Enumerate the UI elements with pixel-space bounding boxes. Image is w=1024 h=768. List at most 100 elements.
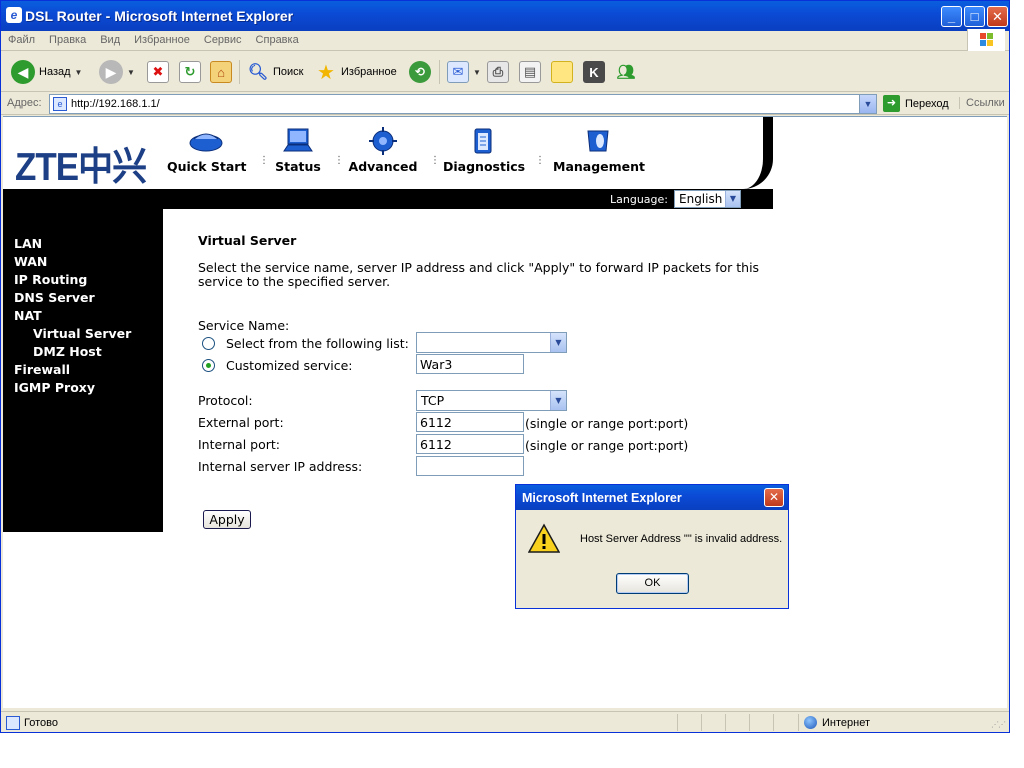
sidebar: LAN WAN IP Routing DNS Server NAT Virtua… [3, 209, 163, 532]
mail-icon: ✉ [447, 61, 469, 83]
page-done-icon [6, 716, 20, 730]
chevron-down-icon[interactable]: ▼ [550, 391, 566, 410]
sidebar-item-nat[interactable]: NAT [14, 308, 42, 323]
service-list-select[interactable]: ▼ [416, 332, 567, 353]
ie-logo-icon: e [6, 7, 22, 23]
page-icon: e [53, 97, 67, 111]
zte-logo: ZTE中兴 [15, 145, 147, 189]
nav-diagnostics[interactable]: Diagnostics [443, 127, 525, 174]
clipboard-icon [465, 127, 501, 155]
refresh-icon: ↻ [179, 61, 201, 83]
forward-arrow-icon: ▶ [99, 60, 123, 84]
menu-bar: Файл Правка Вид Избранное Сервис Справка [1, 29, 1009, 51]
favorites-button[interactable]: ★ Избранное [315, 58, 397, 86]
maximize-button[interactable]: □ [964, 6, 985, 27]
sidebar-item-dns-server[interactable]: DNS Server [14, 290, 95, 305]
status-text: Готово [24, 717, 58, 729]
customized-service-radio[interactable] [202, 359, 215, 372]
sidebar-item-virtual-server[interactable]: Virtual Server [33, 326, 131, 341]
history-button[interactable]: ⟲ [409, 58, 431, 86]
sidebar-item-ip-routing[interactable]: IP Routing [14, 272, 87, 287]
internal-port-input[interactable]: 6112 [416, 434, 524, 454]
history-icon: ⟲ [409, 61, 431, 83]
refresh-button[interactable]: ↻ [179, 58, 201, 86]
ie-window: e DSL Router - Microsoft Internet Explor… [0, 0, 1010, 733]
back-button[interactable]: ◀ Назад ▼ [11, 58, 82, 86]
dialog-title-bar[interactable]: Microsoft Internet Explorer ✕ [516, 485, 788, 510]
discuss-button[interactable] [551, 58, 573, 86]
page-title: Virtual Server [198, 233, 297, 248]
print-icon: ⎙ [487, 61, 509, 83]
go-button[interactable]: ➜ Переход [883, 95, 949, 112]
router-page: ZTE中兴 Quick Start ⋮ Status ⋮ Advanced ⋮ … [3, 117, 773, 709]
customized-service-input[interactable]: War3 [416, 354, 524, 374]
back-arrow-icon: ◀ [11, 60, 35, 84]
messenger-button[interactable]: 👥︎ [615, 58, 637, 86]
service-name-label: Service Name: [198, 318, 290, 333]
menu-file[interactable]: Файл [1, 31, 42, 46]
nav-quick-start[interactable]: Quick Start [167, 127, 246, 174]
search-label: Поиск [273, 66, 304, 78]
sidebar-item-dmz-host[interactable]: DMZ Host [33, 344, 102, 359]
sidebar-item-igmp-proxy[interactable]: IGMP Proxy [14, 380, 95, 395]
apply-button[interactable]: Apply [203, 510, 251, 529]
messenger-k-button[interactable]: K [583, 58, 605, 86]
alert-dialog: Microsoft Internet Explorer ✕ Host Serve… [515, 484, 789, 609]
dialog-close-button[interactable]: ✕ [764, 488, 784, 507]
k-icon: K [583, 61, 605, 83]
chevron-down-icon[interactable]: ▼ [75, 68, 83, 77]
chevron-down-icon[interactable]: ▼ [725, 191, 740, 207]
print-button[interactable]: ⎙ [487, 58, 509, 86]
forward-button[interactable]: ▶ ▼ [99, 58, 135, 86]
ok-button[interactable]: OK [616, 573, 689, 594]
toolbar: ◀ Назад ▼ ▶ ▼ ✖ ↻ ⌂ 🔍︎ Поиск ★ Избранное… [1, 52, 1009, 92]
dialog-message: Host Server Address "" is invalid addres… [580, 533, 783, 545]
favorites-label: Избранное [341, 66, 397, 78]
stop-button[interactable]: ✖ [147, 58, 169, 86]
chevron-down-icon[interactable]: ▼ [127, 68, 135, 77]
address-url[interactable]: http://192.168.1.1/ [71, 98, 160, 110]
sidebar-item-firewall[interactable]: Firewall [14, 362, 70, 377]
protocol-select[interactable]: TCP ▼ [416, 390, 567, 411]
menu-favorites[interactable]: Избранное [127, 31, 197, 46]
sidebar-item-lan[interactable]: LAN [14, 236, 42, 251]
edit-button[interactable]: ▤ [519, 58, 541, 86]
title-bar[interactable]: e DSL Router - Microsoft Internet Explor… [1, 1, 1009, 31]
chevron-down-icon[interactable]: ▼ [550, 333, 566, 352]
home-button[interactable]: ⌂ [210, 58, 232, 86]
select-from-list-radio[interactable] [202, 337, 215, 350]
dialog-title: Microsoft Internet Explorer [522, 491, 682, 505]
chevron-down-icon[interactable]: ▼ [473, 68, 481, 77]
address-label: Адрес: [7, 97, 42, 109]
go-arrow-icon: ➜ [883, 95, 900, 112]
links-button[interactable]: Ссылки [959, 97, 1005, 109]
minimize-button[interactable]: _ [941, 6, 962, 27]
menu-view[interactable]: Вид [93, 31, 127, 46]
menu-edit[interactable]: Правка [42, 31, 93, 46]
stop-icon: ✖ [147, 61, 169, 83]
edit-icon: ▤ [519, 61, 541, 83]
sidebar-item-wan[interactable]: WAN [14, 254, 47, 269]
server-ip-input[interactable] [416, 456, 524, 476]
address-bar: Адрес: e http://192.168.1.1/ ▼ ➜ Переход… [1, 93, 1009, 115]
language-label: Language: [610, 193, 668, 206]
menu-tools[interactable]: Сервис [197, 31, 249, 46]
nav-advanced[interactable]: Advanced [348, 127, 418, 174]
search-button[interactable]: 🔍︎ Поиск [247, 58, 304, 86]
chevron-down-icon[interactable]: ▼ [859, 95, 876, 113]
nav-status[interactable]: Status [273, 127, 323, 174]
resize-grip-icon[interactable]: ⋰⋰ [991, 720, 1006, 729]
address-input[interactable]: e http://192.168.1.1/ ▼ [49, 94, 877, 114]
menu-help[interactable]: Справка [249, 31, 306, 46]
management-icon [580, 127, 616, 155]
external-port-input[interactable]: 6112 [416, 412, 524, 432]
star-icon: ★ [317, 61, 335, 84]
nav-management[interactable]: Management [553, 127, 645, 174]
mail-button[interactable]: ✉ ▼ [447, 58, 481, 86]
close-button[interactable]: ✕ [987, 6, 1008, 27]
language-select[interactable]: English ▼ [674, 190, 741, 208]
internal-port-hint: (single or range port:port) [525, 438, 689, 453]
server-ip-label: Internal server IP address: [198, 459, 363, 474]
select-from-list-label: Select from the following list: [226, 336, 409, 351]
page-viewport: ZTE中兴 Quick Start ⋮ Status ⋮ Advanced ⋮ … [3, 116, 1007, 708]
